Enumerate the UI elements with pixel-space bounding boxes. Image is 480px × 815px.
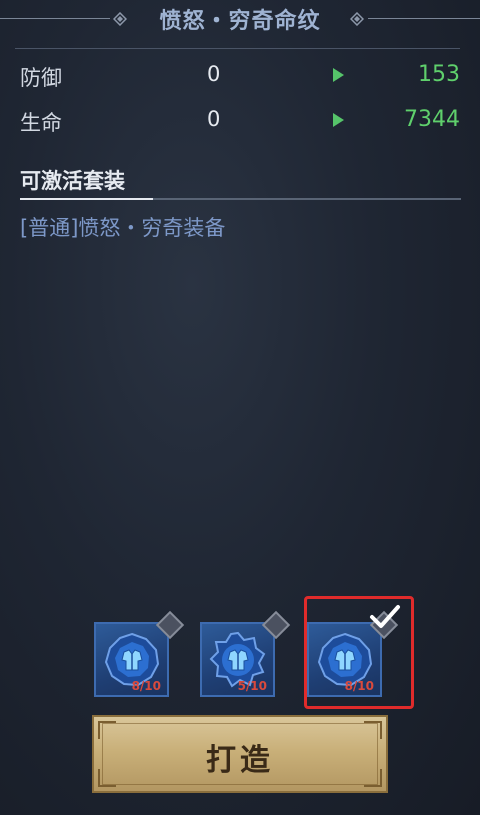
forge-button[interactable]: 打造	[92, 715, 388, 793]
stat-old-value: 0	[207, 107, 221, 131]
rune-slot-2[interactable]: 5/10	[200, 622, 275, 697]
slot-count: 5/10	[237, 679, 267, 693]
set-item: [普通]愤怒・穷奇装备	[20, 216, 226, 240]
arrow-right-icon	[333, 68, 344, 82]
header-rule	[15, 48, 460, 49]
stat-new-value: 7344	[404, 107, 460, 132]
stat-old-value: 0	[207, 62, 221, 86]
page-title: 愤怒・穷奇命纹	[159, 8, 321, 34]
stat-label: 生命	[20, 111, 62, 135]
stat-row-hp: 生命 0 7344	[15, 107, 460, 147]
stat-new-value: 153	[418, 62, 460, 87]
slot-count: 8/10	[131, 679, 161, 693]
rune-slot-1[interactable]: 8/10	[94, 622, 169, 697]
arrow-right-icon	[333, 113, 344, 127]
selected-slot-highlight	[304, 596, 414, 709]
header-ornament-left-icon	[113, 12, 127, 26]
rune-forge-panel: 愤怒・穷奇命纹 防御 0 153 生命 0 7344 可激活套装 [普通]愤怒・…	[0, 0, 480, 815]
set-section-underline	[20, 198, 461, 200]
stat-label: 防御	[20, 66, 62, 90]
header-ornament-right-icon	[350, 12, 364, 26]
set-section-title: 可激活套装	[20, 169, 125, 193]
header-divider-right	[368, 18, 480, 19]
forge-button-label: 打造	[206, 743, 274, 778]
panel-header: 愤怒・穷奇命纹	[0, 0, 480, 38]
header-divider-left	[0, 18, 110, 19]
stat-row-defense: 防御 0 153	[15, 62, 460, 102]
